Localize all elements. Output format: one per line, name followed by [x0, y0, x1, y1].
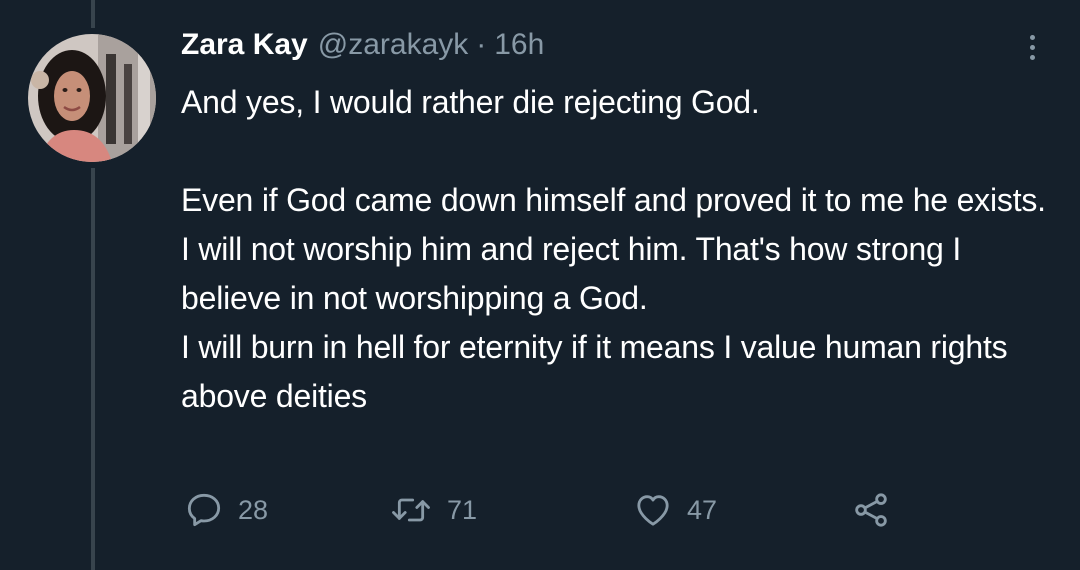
- author-name[interactable]: Zara Kay: [181, 28, 308, 62]
- reply-icon: [187, 493, 221, 527]
- retweet-icon: [392, 498, 430, 522]
- tweet-text-line: And yes, I would rather die rejecting Go…: [181, 84, 760, 120]
- like-button[interactable]: 47: [633, 488, 717, 532]
- tweet-text-line: I will burn in hell for eternity if it m…: [181, 329, 1008, 414]
- avatar-image: [28, 34, 156, 162]
- tweet-text: And yes, I would rather die rejecting Go…: [181, 78, 1061, 421]
- reply-button[interactable]: 28: [184, 488, 268, 532]
- thread-line-bottom: [91, 168, 95, 570]
- tweet[interactable]: Zara Kay @zarakayk · 16h And yes, I woul…: [0, 0, 1080, 570]
- reply-count: 28: [238, 494, 269, 525]
- thread-line-top: [91, 0, 95, 28]
- header-separator: ·: [476, 28, 487, 61]
- tweet-header: Zara Kay @zarakayk · 16h: [181, 28, 544, 72]
- tweet-time[interactable]: 16h: [494, 28, 544, 62]
- retweet-button[interactable]: 71: [389, 488, 477, 532]
- like-count: 47: [687, 494, 718, 525]
- heart-icon: [637, 495, 669, 526]
- avatar[interactable]: [28, 34, 156, 162]
- tweet-text-line: Even if God came down himself and proved…: [181, 182, 1046, 316]
- more-vertical-icon[interactable]: [1018, 30, 1046, 64]
- share-button[interactable]: [851, 488, 891, 532]
- tweet-actions: 28 71 47: [181, 488, 1061, 532]
- retweet-count: 71: [447, 494, 478, 525]
- share-icon: [855, 493, 887, 527]
- author-handle[interactable]: @zarakayk: [318, 28, 469, 62]
